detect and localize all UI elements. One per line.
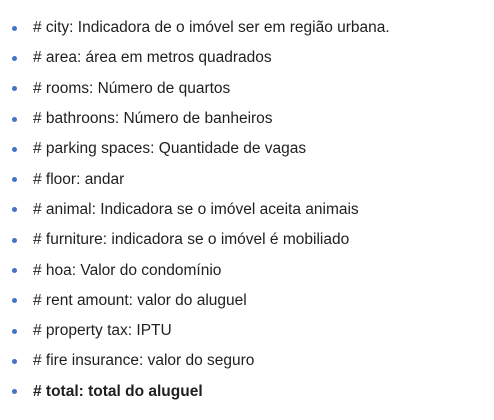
bullet-icon — [12, 237, 17, 243]
bullet-icon — [12, 298, 17, 304]
list-item-text: # animal: Indicadora se o imóvel aceita … — [33, 200, 359, 218]
list-item-text: # total: total do aluguel — [33, 382, 203, 400]
bullet-icon — [12, 389, 17, 395]
bullet-icon — [12, 177, 17, 183]
list-item-total: # total: total do aluguel — [12, 377, 390, 407]
list-item-hoa: # hoa: Valor do condomínio — [12, 255, 390, 285]
list-item-parking-spaces: # parking spaces: Quantidade de vagas — [12, 134, 390, 164]
list-item-animal: # animal: Indicadora se o imóvel aceita … — [12, 195, 390, 225]
list-item-text: # parking spaces: Quantidade de vagas — [33, 140, 307, 158]
list-item-text: # hoa: Valor do condomínio — [33, 261, 222, 279]
bullet-icon — [12, 116, 17, 122]
bullet-icon — [12, 86, 17, 92]
list-item-text: # city: Indicadora de o imóvel ser em re… — [33, 19, 390, 37]
list-item-text: # floor: andar — [33, 170, 125, 188]
list-item-text: # area: área em metros quadrados — [33, 49, 272, 67]
bullet-icon — [12, 146, 17, 152]
list-item-text: # rooms: Número de quartos — [33, 79, 231, 97]
list-item-property-tax: # property tax: IPTU — [12, 316, 390, 346]
list-item-furniture: # furniture: indicadora se o imóvel é mo… — [12, 225, 390, 255]
list-item-floor: # floor: andar — [12, 164, 390, 194]
bullet-icon — [12, 328, 17, 334]
list-item-rooms: # rooms: Número de quartos — [12, 74, 390, 104]
list-item-text: # property tax: IPTU — [33, 322, 172, 340]
bullet-icon — [12, 207, 17, 213]
list-item-fire-insurance: # fire insurance: valor do seguro — [12, 346, 390, 376]
list-item-rent-amount: # rent amount: valor do aluguel — [12, 286, 390, 316]
bullet-icon — [12, 25, 17, 31]
list-item-text: # fire insurance: valor do seguro — [33, 352, 255, 370]
bullet-icon — [12, 55, 17, 61]
bullet-icon — [12, 358, 17, 364]
list-item-city: # city: Indicadora de o imóvel ser em re… — [12, 13, 390, 43]
list-item-area: # area: área em metros quadrados — [12, 43, 390, 73]
variable-list: # city: Indicadora de o imóvel ser em re… — [12, 13, 390, 407]
list-item-text: # rent amount: valor do aluguel — [33, 291, 247, 309]
list-item-text: # furniture: indicadora se o imóvel é mo… — [33, 231, 350, 249]
bullet-icon — [12, 268, 17, 274]
list-item-text: # bathroons: Número de banheiros — [33, 110, 273, 128]
list-item-bathroons: # bathroons: Número de banheiros — [12, 104, 390, 134]
